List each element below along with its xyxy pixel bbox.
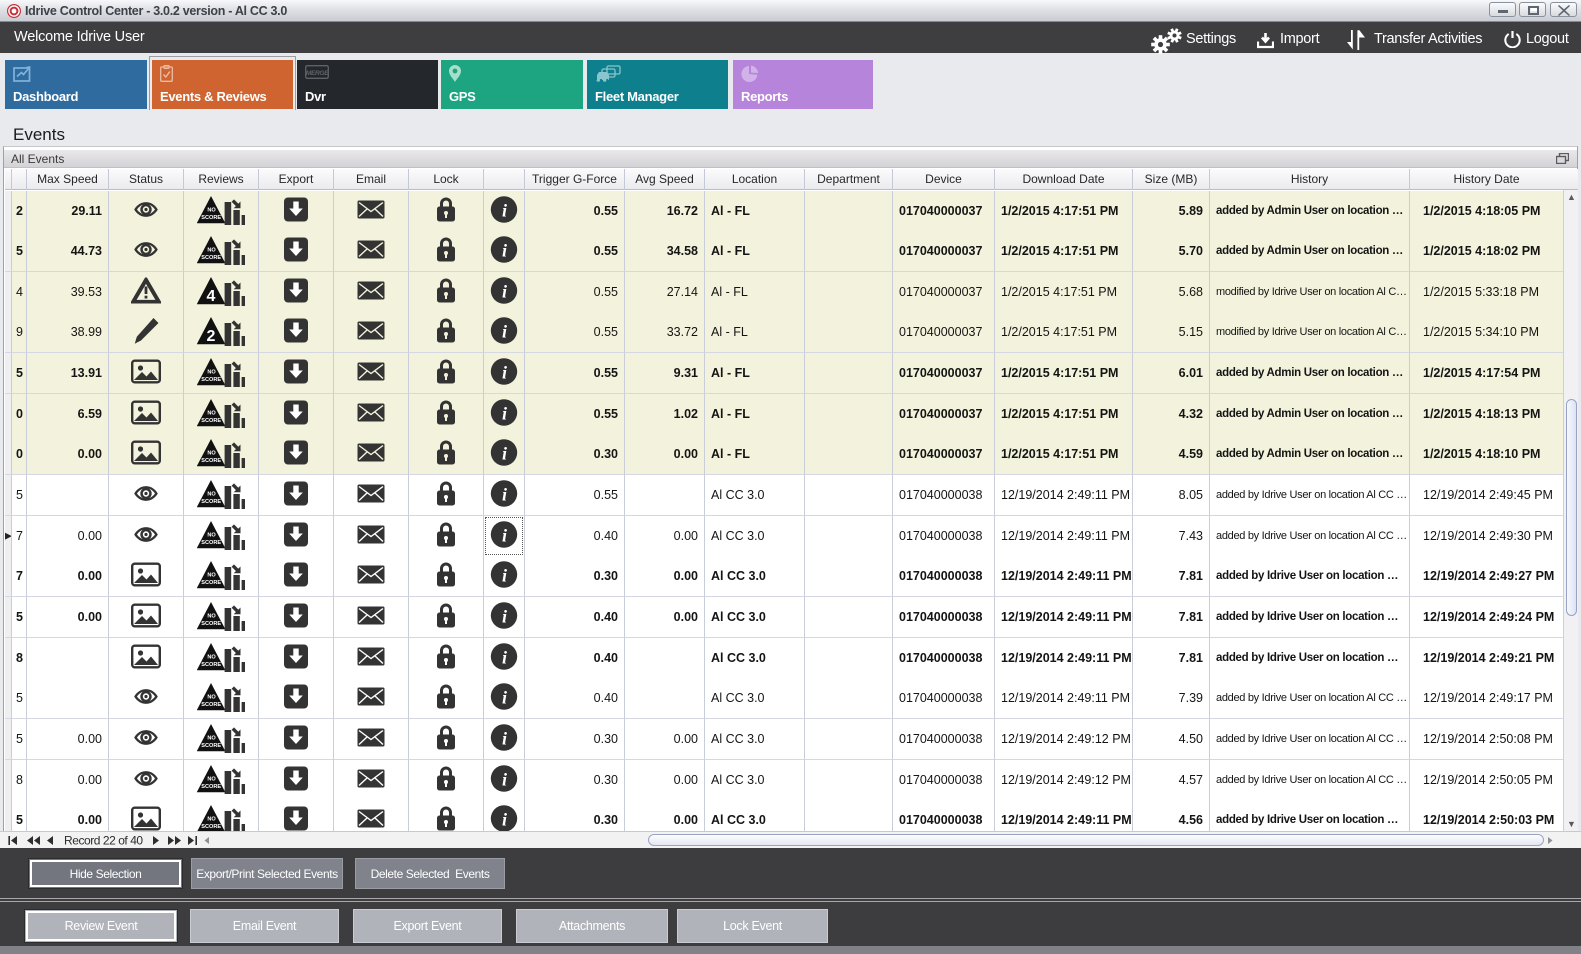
svg-text:Record 22 of 40: Record 22 of 40: [64, 834, 143, 848]
